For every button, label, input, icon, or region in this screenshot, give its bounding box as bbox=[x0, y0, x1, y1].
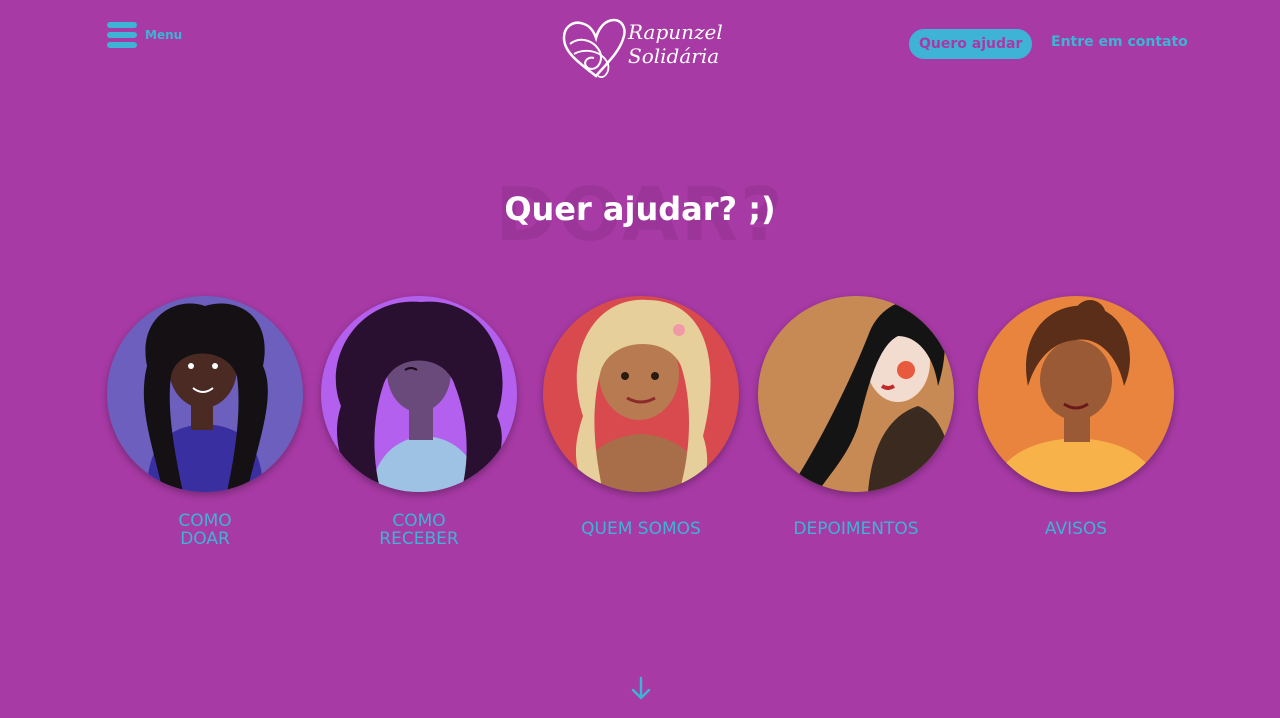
card-label: Depoimentos bbox=[793, 519, 919, 539]
logo[interactable]: Rapunzel Solidária bbox=[560, 14, 723, 84]
woman-illustration-icon bbox=[107, 296, 303, 492]
card-label-line1: Como bbox=[178, 511, 232, 531]
woman-illustration-icon bbox=[321, 296, 517, 492]
menu-label: Menu bbox=[145, 28, 183, 42]
hamburger-menu-icon bbox=[107, 22, 137, 48]
heart-logo-icon bbox=[562, 18, 626, 78]
woman-illustration-icon bbox=[543, 296, 739, 492]
card-label-line2: Receber bbox=[379, 529, 459, 549]
woman-illustration-icon bbox=[758, 296, 954, 492]
card-label: Quem Somos bbox=[581, 519, 701, 539]
logo-text-line1: Rapunzel bbox=[628, 20, 723, 44]
woman-illustration-icon bbox=[978, 296, 1174, 492]
menu-button[interactable]: Menu bbox=[107, 22, 182, 48]
quero-ajudar-button[interactable]: Quero ajudar bbox=[909, 29, 1033, 59]
card-label-line1: Como bbox=[392, 511, 446, 531]
contact-link[interactable]: Entre em contato bbox=[1051, 34, 1188, 50]
page-title: Quer ajudar? ;) bbox=[504, 190, 776, 228]
card-label-line2: Doar bbox=[180, 529, 230, 549]
arrow-down-icon[interactable] bbox=[630, 676, 652, 702]
card-label: Avisos bbox=[1044, 519, 1108, 539]
logo-text-line2: Solidária bbox=[628, 44, 720, 68]
